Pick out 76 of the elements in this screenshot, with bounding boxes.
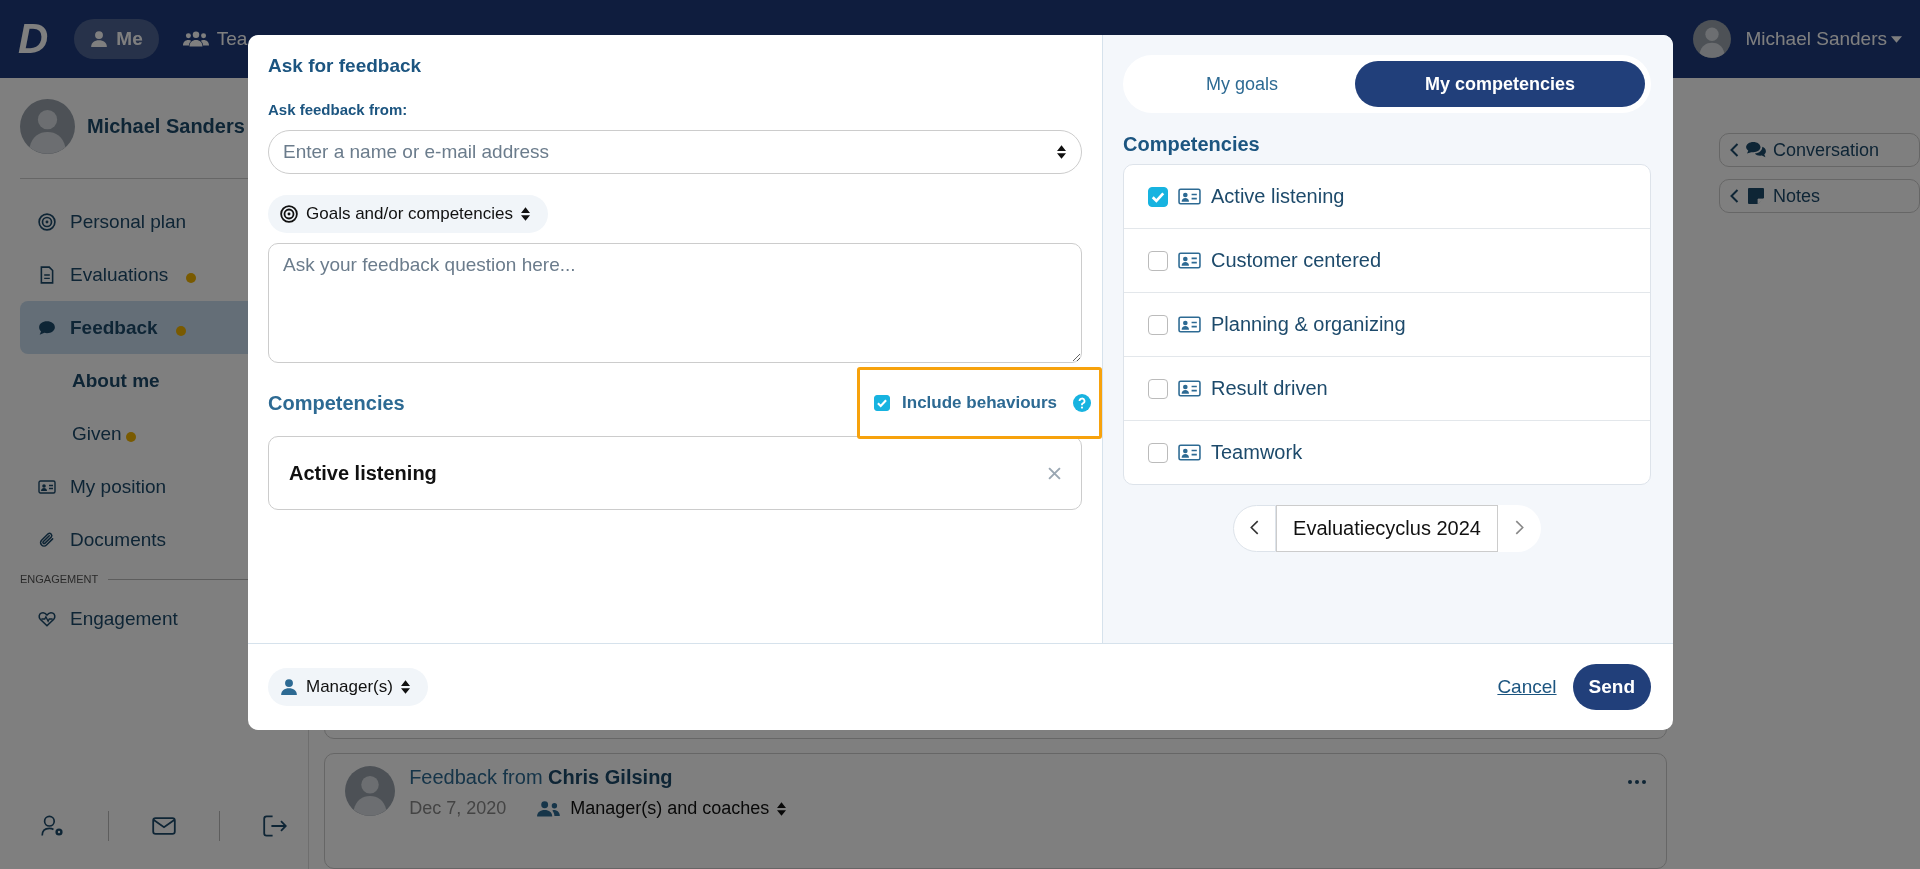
section-heading: Competencies — [1123, 133, 1261, 156]
checkbox[interactable] — [1148, 442, 1168, 463]
competency-label: Planning & organizing — [1211, 313, 1406, 336]
mail-icon[interactable] — [152, 815, 177, 837]
paperclip-icon — [38, 530, 56, 549]
cancel-link[interactable]: Cancel — [1497, 676, 1557, 698]
audience-select[interactable]: Manager(s) — [268, 668, 428, 706]
sort-icon — [777, 801, 787, 816]
sidebar-item[interactable]: Documents — [20, 513, 309, 566]
document-icon — [38, 265, 56, 284]
checkbox[interactable] — [1148, 378, 1168, 399]
checkbox[interactable] — [1148, 250, 1168, 271]
feedback-date: Dec 7, 2020 — [409, 798, 507, 820]
chevron-left-icon — [1729, 189, 1739, 203]
more-options-icon[interactable] — [1627, 780, 1646, 785]
sidebar-item[interactable]: Engagement — [20, 592, 309, 645]
competency-label: Active listening — [1211, 185, 1345, 208]
chevron-left-icon — [1729, 143, 1739, 157]
chevron-right-icon — [1514, 519, 1524, 535]
user-gear-icon[interactable] — [41, 815, 66, 837]
heart-pulse-icon — [38, 609, 56, 628]
people-icon — [182, 30, 209, 48]
chat-bubbles-icon — [1744, 141, 1767, 159]
tab[interactable]: My competencies — [1354, 61, 1645, 107]
checkbox[interactable] — [874, 395, 891, 411]
avatar-icon — [345, 766, 396, 817]
send-button[interactable]: Send — [1572, 664, 1651, 710]
target-icon — [38, 212, 56, 231]
competency-label: Teamwork — [1211, 441, 1303, 464]
nav-tab[interactable]: Me — [74, 19, 159, 59]
nav-tab[interactable]: Tea — [166, 19, 264, 59]
person-icon — [280, 678, 298, 696]
id-card-icon — [38, 477, 56, 496]
sort-icon — [520, 207, 530, 221]
id-card-icon — [1178, 188, 1201, 205]
competency-name: Active listening — [289, 461, 437, 485]
section-label: ENGAGEMENT — [20, 573, 99, 585]
field-label: Ask feedback from: — [268, 101, 409, 118]
checkbox-label: Include behaviours — [902, 393, 1057, 413]
id-card-icon — [1178, 252, 1201, 269]
sort-icon — [1057, 145, 1066, 159]
id-card-icon — [1178, 316, 1201, 333]
cycle-label: Evaluatiecyclus 2024 — [1276, 505, 1498, 552]
next-button[interactable] — [1497, 505, 1541, 552]
user-menu[interactable]: Michael Sanders — [1739, 27, 1908, 51]
people-icon — [536, 799, 563, 818]
profile-name: Michael Sanders — [87, 114, 245, 138]
avatar-icon — [20, 98, 75, 154]
checkbox[interactable] — [1148, 314, 1168, 335]
topic-select[interactable]: Goals and/or competencies — [268, 195, 548, 233]
caret-icon — [1891, 35, 1902, 43]
checkbox[interactable] — [1148, 186, 1168, 207]
tab[interactable]: My goals — [1129, 61, 1355, 107]
side-panel-button[interactable]: Notes — [1718, 179, 1920, 213]
sort-icon — [400, 680, 410, 694]
section-heading: Competencies — [268, 391, 405, 415]
person-icon — [90, 30, 109, 48]
question-field[interactable]: Ask your feedback question here... — [268, 243, 1082, 363]
sign-out-icon[interactable] — [262, 815, 287, 837]
side-panel-button[interactable]: Conversation — [1718, 133, 1920, 167]
chevron-left-icon — [1250, 519, 1260, 535]
avatar-icon[interactable] — [1693, 20, 1732, 58]
dialog-title: Ask for feedback — [268, 55, 423, 78]
help-icon[interactable] — [1073, 394, 1091, 412]
target-icon — [280, 205, 298, 223]
competency-label: Result driven — [1211, 377, 1328, 400]
chat-bubble-icon — [38, 318, 56, 337]
app-logo[interactable]: D — [18, 15, 49, 63]
feedback-title: Feedback from Chris Gilsing — [409, 766, 674, 790]
id-card-icon — [1178, 444, 1201, 461]
close-icon[interactable] — [1048, 466, 1061, 480]
id-card-icon — [1178, 380, 1201, 397]
previous-button[interactable] — [1233, 505, 1277, 552]
recipient-field[interactable]: Enter a name or e-mail address — [268, 130, 1082, 174]
audience-select[interactable]: Manager(s) and coaches — [530, 797, 793, 821]
competency-label: Customer centered — [1211, 249, 1382, 272]
